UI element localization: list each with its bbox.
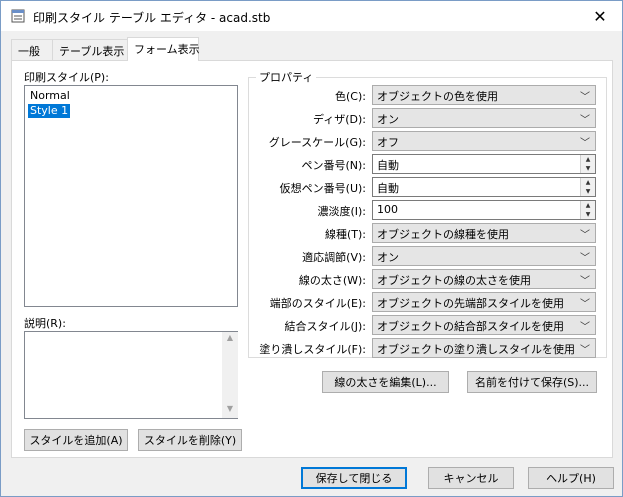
dither-dropdown[interactable]: オン ﹀	[372, 108, 596, 128]
tab-label: フォーム表示	[134, 43, 200, 56]
virtual-pen-label: 仮想ペン番号(U):	[279, 182, 366, 195]
close-button[interactable]: ✕	[578, 1, 622, 31]
description-textarea[interactable]	[24, 331, 238, 419]
virtual-pen-spinner[interactable]: 自動 ▲ ▼	[372, 177, 596, 197]
lineweight-label: 線の太さ(W):	[298, 274, 366, 287]
chevron-down-icon: ﹀	[580, 299, 590, 310]
delete-style-button[interactable]: スタイルを削除(Y)	[138, 429, 242, 451]
chevron-down-icon: ﹀	[580, 322, 590, 333]
edit-lineweights-label: 線の太さを編集(L)...	[334, 376, 437, 389]
cancel-label: キャンセル	[443, 472, 499, 485]
tab-form-view[interactable]: フォーム表示	[127, 37, 200, 61]
line-end-style-value: オブジェクトの先端部スタイルを使用	[377, 297, 564, 310]
tab-general[interactable]: 一般	[11, 39, 53, 60]
chevron-down-icon: ﹀	[580, 230, 590, 241]
tab-table-view[interactable]: テーブル表示	[52, 39, 128, 60]
scroll-up-icon[interactable]: ▲	[222, 333, 238, 342]
pen-number-value: 自動	[377, 159, 399, 172]
chevron-down-icon: ﹀	[580, 138, 590, 149]
spin-down-icon[interactable]: ▼	[581, 164, 595, 173]
chevron-down-icon: ﹀	[580, 92, 590, 103]
lineweight-value: オブジェクトの線の太さを使用	[377, 274, 531, 287]
pen-number-label: ペン番号(N):	[301, 159, 366, 172]
linetype-value: オブジェクトの線種を使用	[377, 228, 509, 241]
spin-up-icon[interactable]: ▲	[581, 155, 595, 164]
spinner-arrows[interactable]: ▲ ▼	[580, 201, 595, 219]
spin-down-icon[interactable]: ▼	[581, 210, 595, 219]
list-item-selected[interactable]: Style 1	[28, 104, 71, 118]
description-scrollbar[interactable]: ▲ ▼	[222, 332, 238, 418]
virtual-pen-value: 自動	[377, 182, 399, 195]
line-join-style-label: 結合スタイル(J):	[284, 320, 366, 333]
chevron-down-icon: ﹀	[580, 253, 590, 264]
color-dropdown[interactable]: オブジェクトの色を使用 ﹀	[372, 85, 596, 105]
chevron-down-icon: ﹀	[580, 345, 590, 356]
close-icon: ✕	[593, 6, 607, 26]
grayscale-value: オフ	[377, 136, 399, 149]
dither-value: オン	[377, 113, 399, 126]
cancel-button[interactable]: キャンセル	[428, 467, 514, 489]
plot-styles-label: 印刷スタイル(P):	[24, 71, 109, 84]
window-title: 印刷スタイル テーブル エディタ - acad.stb	[33, 11, 271, 25]
screening-label: 濃淡度(I):	[317, 205, 366, 218]
spin-up-icon[interactable]: ▲	[581, 201, 595, 210]
pen-number-spinner[interactable]: 自動 ▲ ▼	[372, 154, 596, 174]
save-close-label: 保存して閉じる	[315, 472, 393, 485]
color-value: オブジェクトの色を使用	[377, 90, 498, 103]
chevron-down-icon: ﹀	[580, 115, 590, 126]
line-join-style-value: オブジェクトの結合部スタイルを使用	[377, 320, 564, 333]
save-as-label: 名前を付けて保存(S)...	[474, 376, 590, 389]
chevron-down-icon: ﹀	[580, 276, 590, 287]
properties-group-title: プロパティ	[256, 69, 317, 85]
dither-label: ディザ(D):	[313, 113, 366, 126]
color-label: 色(C):	[335, 90, 366, 103]
delete-style-label: スタイルを削除(Y)	[143, 434, 237, 447]
linetype-label: 線種(T):	[324, 228, 366, 241]
spinner-arrows[interactable]: ▲ ▼	[580, 178, 595, 196]
description-label: 説明(R):	[24, 317, 66, 330]
line-join-style-dropdown[interactable]: オブジェクトの結合部スタイルを使用 ﹀	[372, 315, 596, 335]
fill-style-label: 塗り潰しスタイル(F):	[259, 343, 366, 356]
plot-styles-list[interactable]: Normal Style 1	[24, 85, 238, 307]
fill-style-dropdown[interactable]: オブジェクトの塗り潰しスタイルを使用 ﹀	[372, 338, 596, 358]
app-icon	[11, 9, 25, 23]
line-end-style-dropdown[interactable]: オブジェクトの先端部スタイルを使用 ﹀	[372, 292, 596, 312]
linetype-dropdown[interactable]: オブジェクトの線種を使用 ﹀	[372, 223, 596, 243]
tab-label: テーブル表示	[59, 45, 125, 58]
help-button[interactable]: ヘルプ(H)	[528, 467, 614, 489]
tab-label: 一般	[18, 45, 40, 58]
title-bar: 印刷スタイル テーブル エディタ - acad.stb ✕	[1, 1, 622, 31]
edit-lineweights-button[interactable]: 線の太さを編集(L)...	[322, 371, 449, 393]
screening-value: 100	[377, 203, 398, 216]
help-label: ヘルプ(H)	[546, 472, 596, 485]
screening-spinner[interactable]: 100 ▲ ▼	[372, 200, 596, 220]
adaptive-dropdown[interactable]: オン ﹀	[372, 246, 596, 266]
spin-up-icon[interactable]: ▲	[581, 178, 595, 187]
spin-down-icon[interactable]: ▼	[581, 187, 595, 196]
list-item[interactable]: Normal	[28, 89, 72, 103]
grayscale-label: グレースケール(G):	[268, 136, 366, 149]
form-view-panel: 印刷スタイル(P): Normal Style 1 説明(R): ▲ ▼ スタイ…	[11, 60, 613, 458]
add-style-button[interactable]: スタイルを追加(A)	[24, 429, 128, 451]
adaptive-value: オン	[377, 251, 399, 264]
lineweight-dropdown[interactable]: オブジェクトの線の太さを使用 ﹀	[372, 269, 596, 289]
grayscale-dropdown[interactable]: オフ ﹀	[372, 131, 596, 151]
fill-style-value: オブジェクトの塗り潰しスタイルを使用	[377, 343, 575, 356]
save-as-button[interactable]: 名前を付けて保存(S)...	[467, 371, 597, 393]
line-end-style-label: 端部のスタイル(E):	[269, 297, 366, 310]
save-close-button[interactable]: 保存して閉じる	[301, 467, 407, 489]
dialog-window: 印刷スタイル テーブル エディタ - acad.stb ✕ 一般 テーブル表示 …	[0, 0, 623, 497]
add-style-label: スタイルを追加(A)	[29, 434, 123, 447]
scroll-down-icon[interactable]: ▼	[222, 404, 238, 413]
adaptive-label: 適応調節(V):	[302, 251, 366, 264]
spinner-arrows[interactable]: ▲ ▼	[580, 155, 595, 173]
